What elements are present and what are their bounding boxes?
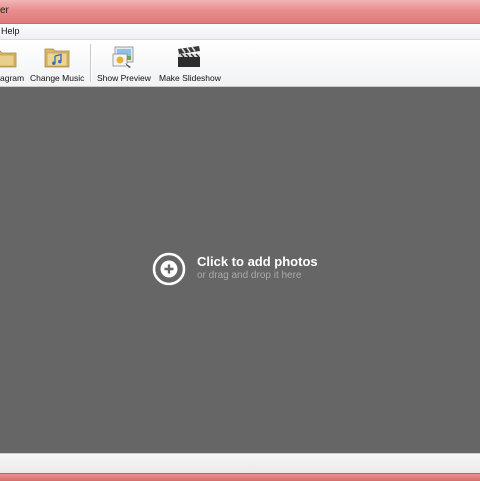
- add-photos-button[interactable]: Click to add photos or drag and drop it …: [152, 252, 352, 288]
- make-slideshow-label: Make Slideshow: [159, 73, 221, 83]
- folder-picture-icon: [0, 50, 17, 68]
- show-preview-label: Show Preview: [97, 73, 151, 83]
- clapperboard-icon: [178, 46, 200, 67]
- window-title-bar[interactable]: er: [0, 0, 480, 24]
- window-title: er: [0, 5, 9, 16]
- add-photos-hint: or drag and drop it here: [197, 270, 302, 281]
- menu-bar: Help: [0, 24, 480, 40]
- change-music-label: Change Music: [30, 73, 85, 83]
- preview-photos-icon: [112, 46, 134, 68]
- status-bar: [0, 453, 480, 474]
- toolbar-separator: [90, 44, 91, 82]
- diagram-label: agram: [0, 73, 25, 83]
- change-music-button[interactable]: Change Music: [29, 42, 85, 84]
- add-photos-title: Click to add photos: [197, 254, 318, 269]
- diagram-button[interactable]: agram: [0, 42, 26, 84]
- menu-help[interactable]: Help: [1, 26, 20, 36]
- plus-circle-icon: [152, 252, 186, 286]
- make-slideshow-button[interactable]: Make Slideshow: [158, 42, 221, 84]
- show-preview-button[interactable]: Show Preview: [96, 42, 152, 84]
- music-folder-icon: [44, 48, 70, 68]
- toolbar: agram Change Music Show Preview Make Sli…: [0, 40, 480, 87]
